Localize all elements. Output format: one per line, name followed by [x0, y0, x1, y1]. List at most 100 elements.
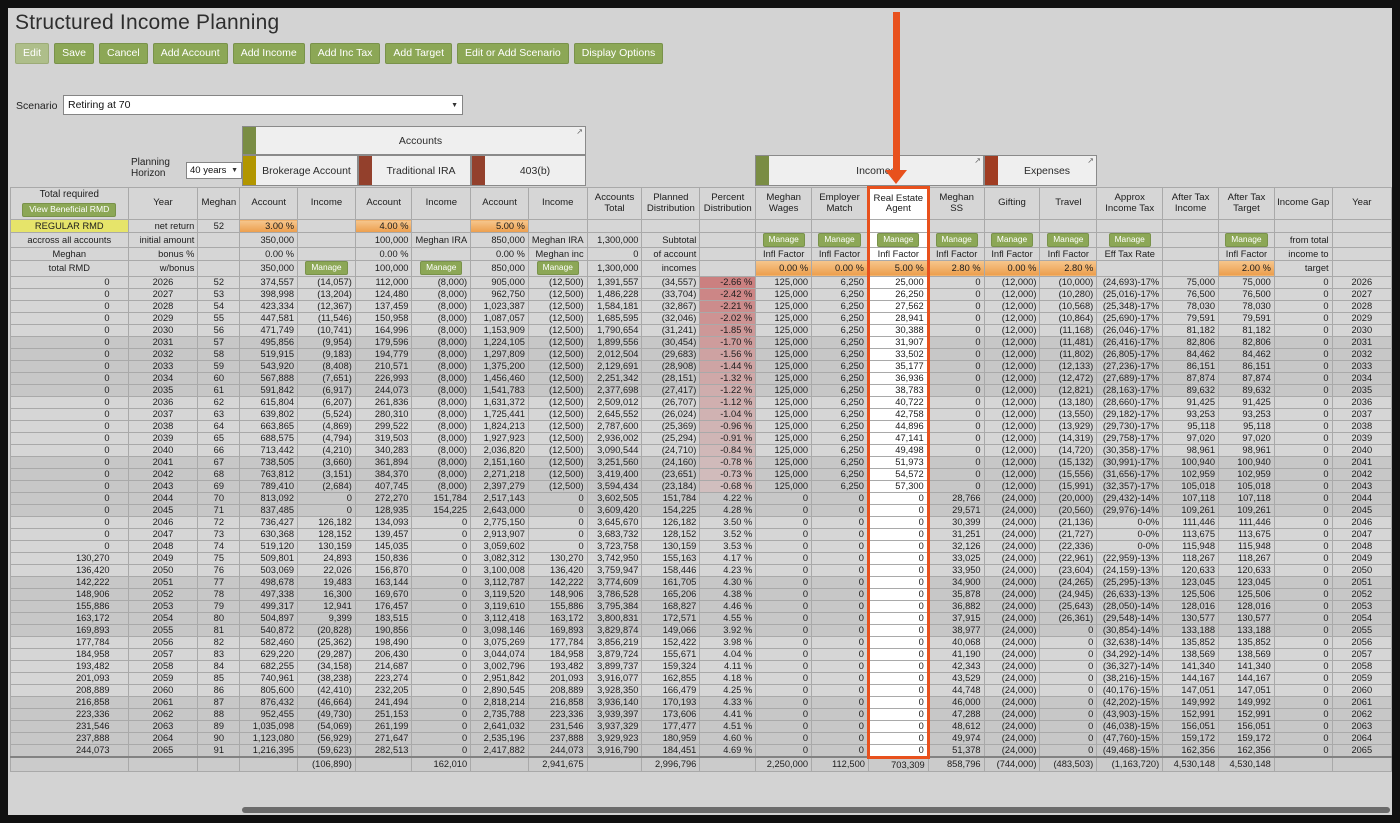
- cell-age: 83: [197, 647, 241, 661]
- cell-403b-account: 1,087,057: [470, 311, 529, 325]
- employer-match-infl-label: Infl Factor: [811, 246, 869, 261]
- cell-travel: 0: [1039, 683, 1098, 697]
- 403b-net-return-cell[interactable]: 5.00 %: [470, 219, 529, 233]
- cell-traditional-ira-income: 0: [411, 659, 472, 673]
- trad-ira-net-return-cell[interactable]: 4.00 %: [354, 219, 413, 233]
- cell-percent-distribution: -1.32 %: [699, 371, 757, 385]
- total-planned-distribution: 2,996,796: [641, 756, 701, 772]
- add-target-button[interactable]: Add Target: [385, 43, 453, 64]
- cell-travel: (13,550): [1039, 407, 1098, 421]
- brokerage-net-return-cell[interactable]: 3.00 %: [239, 219, 299, 233]
- cell-brokerage-account: 591,842: [239, 383, 299, 397]
- edit-or-add-scenario-button[interactable]: Edit or Add Scenario: [457, 43, 569, 64]
- meghan-wages-infl-value[interactable]: 0.00 %: [755, 259, 813, 277]
- planning-horizon-select[interactable]: 40 years ▼: [186, 162, 242, 179]
- manage-income-tax-button[interactable]: Manage: [1108, 233, 1151, 247]
- add-account-button[interactable]: Add Account: [152, 43, 228, 64]
- trad-ira-bonus-pct[interactable]: 0.00 %: [354, 246, 413, 261]
- manage-brokerage-income-button[interactable]: Manage: [305, 261, 348, 275]
- cell-percent-distribution: -0.68 %: [699, 479, 757, 493]
- cell-traditional-ira-account: 176,457: [354, 599, 413, 613]
- col-header-after-tax-income: After Tax Income: [1162, 187, 1219, 220]
- cell-meghan-ss: 0: [927, 443, 985, 457]
- cell-approx-income-tax: (32,357)-17%: [1096, 479, 1164, 493]
- manage-403b-income-button[interactable]: Manage: [536, 261, 579, 275]
- cell-planned-distribution: 184,451: [641, 743, 701, 758]
- 403b-title: 403(b): [519, 164, 551, 177]
- brokerage-bonus-pct[interactable]: 0.00 %: [239, 246, 299, 261]
- employer-match-infl-value[interactable]: 0.00 %: [811, 259, 869, 277]
- after-tax-target-infl-value[interactable]: 2.00 %: [1218, 259, 1275, 277]
- cell-after-tax-income: 149,992: [1162, 695, 1219, 709]
- cell-403b-account: 1,456,460: [470, 371, 529, 385]
- cell-planned-distribution: (26,024): [641, 407, 701, 421]
- cell-after-tax-target: 135,852: [1218, 635, 1275, 649]
- cell-403b-account: 3,112,787: [470, 575, 529, 589]
- cell-total-required-rmd: 142,222: [10, 575, 129, 589]
- cell-year: 2049: [127, 551, 199, 565]
- cell-403b-income: (12,500): [527, 359, 588, 373]
- cell-brokerage-account: 763,812: [239, 467, 299, 481]
- cell-traditional-ira-income: (8,000): [411, 443, 472, 457]
- manage-gifting-button[interactable]: Manage: [990, 233, 1034, 247]
- cell-planned-distribution: 155,671: [641, 647, 701, 661]
- cell-accounts-total: 3,879,724: [586, 647, 643, 661]
- cell-gifting: (24,000): [983, 719, 1041, 733]
- cell-employer-match: 6,250: [811, 359, 869, 373]
- cell-403b-income: 0: [527, 539, 588, 553]
- blank-cell: [699, 232, 757, 248]
- cancel-button[interactable]: Cancel: [99, 43, 148, 64]
- meghan-ss-infl-value[interactable]: 2.80 %: [927, 259, 985, 277]
- display-options-button[interactable]: Display Options: [573, 43, 664, 64]
- add-inc-tax-button[interactable]: Add Inc Tax: [309, 43, 381, 64]
- cell-year: 2031: [127, 335, 199, 349]
- manage-employer-match-button[interactable]: Manage: [818, 233, 861, 247]
- accounts-expand-icon[interactable]: ↗: [576, 127, 583, 136]
- col-header-trad-ira-account: Account: [354, 187, 413, 220]
- view-beneficial-rmd-button[interactable]: View Beneficial RMD: [22, 202, 117, 217]
- 403b-bonus-pct[interactable]: 0.00 %: [470, 246, 529, 261]
- manage-trad-ira-income-button[interactable]: Manage: [420, 261, 463, 275]
- cell-planned-distribution: 162,855: [641, 671, 701, 685]
- save-button[interactable]: Save: [54, 43, 95, 64]
- cell-real-estate-agent: 0: [866, 731, 930, 745]
- cell-total-required-rmd: 184,958: [10, 647, 129, 661]
- cell-traditional-ira-account: 261,836: [354, 395, 413, 409]
- after-tax-target-infl-label: Infl Factor: [1218, 246, 1275, 261]
- manage-meghan-ss-button[interactable]: Manage: [935, 233, 978, 247]
- cell-employer-match: 0: [811, 623, 869, 637]
- blank-cell: [1273, 219, 1333, 233]
- manage-meghan-wages-button[interactable]: Manage: [762, 233, 805, 247]
- cell-income-gap: 0: [1273, 563, 1333, 577]
- scenario-select[interactable]: Retiring at 70 ▼: [63, 95, 463, 115]
- manage-after-tax-target-button[interactable]: Manage: [1225, 233, 1268, 247]
- cell-real-estate-agent: 0: [866, 551, 930, 565]
- cell-age: 65: [197, 431, 241, 445]
- 403b-initial-amount: 850,000: [470, 232, 529, 248]
- cell-after-tax-target: 156,051: [1218, 719, 1275, 733]
- cell-approx-income-tax: (25,016)-17%: [1096, 287, 1164, 301]
- cell-403b-account: 2,735,788: [470, 707, 529, 721]
- expenses-expand-icon[interactable]: ↗: [1087, 156, 1094, 165]
- cell-real-estate-agent: 47,141: [866, 431, 930, 445]
- total-gifting: (744,000): [983, 756, 1041, 772]
- cell-approx-income-tax: (28,163)-17%: [1096, 383, 1164, 397]
- horizontal-scrollbar-thumb[interactable]: [242, 807, 1390, 813]
- gifting-infl-value[interactable]: 0.00 %: [983, 259, 1041, 277]
- cell-gifting: (12,000): [983, 287, 1041, 301]
- cell-year: 2053: [127, 599, 199, 613]
- cell-traditional-ira-income: 0: [411, 587, 472, 601]
- add-income-button[interactable]: Add Income: [232, 43, 305, 64]
- cell-brokerage-account: 499,317: [239, 599, 299, 613]
- travel-infl-value[interactable]: 2.80 %: [1039, 259, 1098, 277]
- incomes-expand-icon[interactable]: ↗: [974, 156, 981, 165]
- horizontal-scrollbar[interactable]: [242, 807, 1390, 813]
- manage-travel-button[interactable]: Manage: [1047, 233, 1090, 247]
- cell-brokerage-account: 540,872: [239, 623, 299, 637]
- cell-traditional-ira-income: 0: [411, 611, 472, 625]
- real-estate-agent-infl-value[interactable]: 5.00 %: [866, 259, 930, 277]
- manage-real-estate-agent-button[interactable]: Manage: [877, 233, 920, 247]
- edit-button[interactable]: Edit: [15, 43, 50, 64]
- eff-tax-rate-label: Eff Tax Rate: [1096, 246, 1164, 261]
- cell-year-right: 2047: [1331, 527, 1393, 541]
